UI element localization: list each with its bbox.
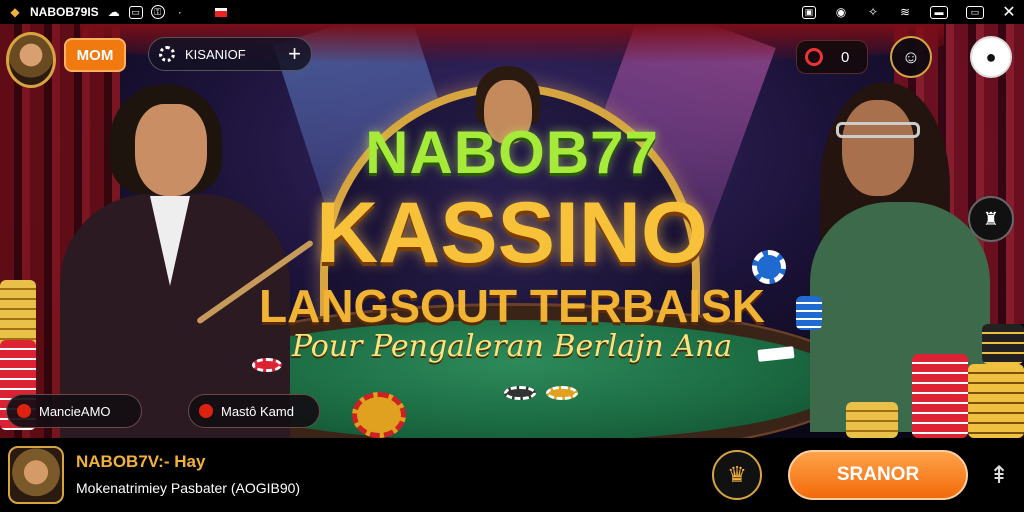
chip-stack-right-1 <box>912 354 968 438</box>
chip-table-2 <box>504 386 536 400</box>
lock-icon: ▣ <box>802 5 816 19</box>
search-icon <box>805 48 823 66</box>
status-bar: ◆ NABOB79IS ☁ ▭ ⚿ · ▣ ◉ ✧ ≋ ▬ ▭ ✕ <box>0 0 1024 24</box>
banner-brand: NABOB77 <box>365 119 659 186</box>
gear-icon <box>159 46 175 62</box>
chip-stack-right-4 <box>846 402 898 438</box>
crown-button[interactable]: ♛ <box>712 450 762 500</box>
notification-count: 0 <box>841 48 850 66</box>
chip-stack-right-2 <box>968 364 1024 438</box>
banner-subtitle: LANGSOUT TERBAISK <box>259 280 765 332</box>
chip-gold <box>352 392 406 438</box>
notification-pill[interactable]: 0 <box>796 40 868 74</box>
mom-button[interactable]: MOM <box>64 38 126 72</box>
app-logo-icon: ◆ <box>10 5 20 19</box>
side-action-button[interactable]: ♜ <box>968 196 1014 242</box>
screen-icon: ▬ <box>930 5 948 19</box>
dealer-icon: ♜ <box>982 208 1000 229</box>
status-app-label: NABOB79IS <box>30 5 99 19</box>
dot-icon: · <box>177 5 182 19</box>
paw-icon <box>199 404 213 418</box>
chip-table-3 <box>546 386 578 400</box>
users-icon: ☺ <box>901 46 921 67</box>
wifi-icon: ≋ <box>899 5 911 19</box>
banner-title: KASSINO <box>316 185 708 281</box>
bottom-bar: NABOB7V:- Hay Mokenatrimiey Pasbater (AO… <box>0 438 1024 512</box>
crown-icon: ♛ <box>727 462 747 487</box>
left-pill-label: MancieAMO <box>39 403 111 419</box>
close-icon[interactable]: ✕ <box>1002 4 1016 21</box>
battery-icon: ▭ <box>966 5 984 19</box>
mid-pill-button[interactable]: Mastô Kamd <box>188 394 320 428</box>
location-icon: ◉ <box>835 5 847 19</box>
search-pill[interactable]: KISANIOF + <box>148 37 312 71</box>
mid-pill-label: Mastô Kamd <box>221 403 294 419</box>
ruby-icon <box>17 404 31 418</box>
notification-badge-icon <box>214 7 227 17</box>
plus-icon[interactable]: + <box>288 43 301 65</box>
app-subtitle: Mokenatrimiey Pasbater (AOGIB90) <box>76 480 301 496</box>
banner-tagline: Pour Pengaleran Berlajn Ana <box>291 329 733 364</box>
app-title: NABOB7V:- Hay <box>76 452 206 471</box>
user-avatar[interactable] <box>6 32 56 88</box>
more-icon[interactable]: ⇞ <box>986 460 1012 490</box>
hero-banner: NABOB77 KASSINO LANGSOUT TERBAISK Pour P… <box>0 24 1024 438</box>
message-icon: ▭ <box>128 5 143 19</box>
cloud-icon: ☁ <box>107 5 120 19</box>
user-group-button[interactable]: ☺ <box>890 36 932 78</box>
search-pill-label: KISANIOF <box>185 46 246 62</box>
profile-icon: ● <box>985 46 997 67</box>
app-avatar <box>8 446 64 504</box>
left-pill-button[interactable]: MancieAMO <box>6 394 142 428</box>
bell-icon: ✧ <box>867 5 879 19</box>
cta-button[interactable]: SRANOR <box>788 450 968 500</box>
profile-button[interactable]: ● <box>970 36 1012 78</box>
vpn-icon: ⚿ <box>150 5 165 19</box>
